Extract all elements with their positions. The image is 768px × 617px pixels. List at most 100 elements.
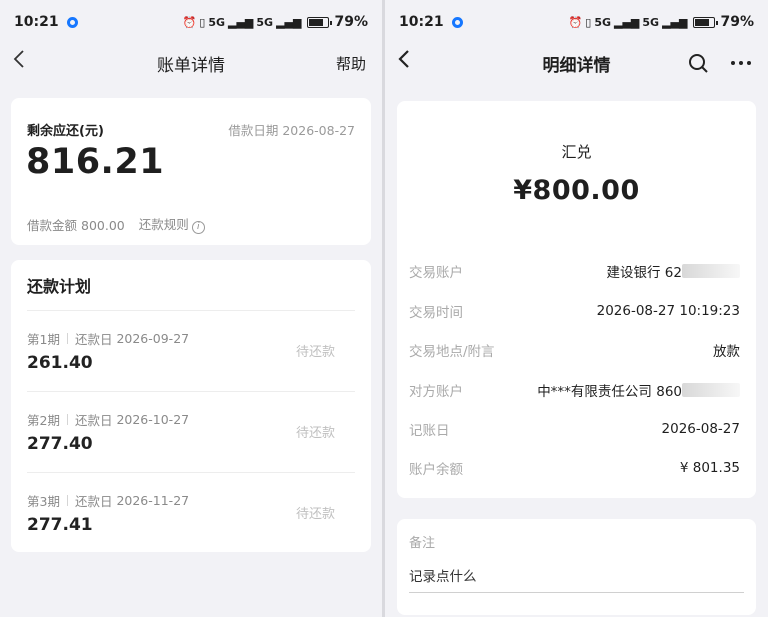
page-title: 明细详情 [542, 55, 611, 76]
detail-value: 2026-08-27 10:19:23 [596, 303, 740, 319]
transaction-type: 汇兑 [561, 143, 592, 161]
period-label: 第1期 [27, 332, 60, 347]
bill-detail-screen: 10:21 ⏰ ▯ 5G ▂▄▆ 5G ▂▄▆ 79% 账单详情 帮助 剩余应还… [0, 0, 382, 617]
remaining-summary-card: 剩余应还(元) 借款日期 2026-08-27 816.21 借款金额 800.… [11, 98, 371, 245]
due-label: 还款日 [74, 332, 113, 347]
account-text: 建设银行 62 [606, 265, 682, 281]
remaining-label: 剩余应还(元) [27, 124, 104, 139]
battery-percent: 79% [334, 14, 368, 30]
detail-row-time: 交易时间 2026-08-27 10:19:23 [409, 301, 740, 321]
status-badge: 待还款 [295, 507, 335, 522]
transaction-card: 汇兑 ¥800.00 交易账户 建设银行 62 交易时间 2026-08-27 … [397, 101, 756, 498]
installment-amount: 277.40 [27, 434, 93, 454]
back-button[interactable] [397, 48, 411, 76]
app-notification-icon [451, 16, 463, 28]
detail-label: 交易账户 [409, 265, 463, 281]
status-icons: ⏰ ▯ 5G ▂▄▆ 5G ▂▄▆ 79% [569, 14, 754, 30]
masked-digits [682, 264, 740, 278]
loan-meta: 借款金额 800.00 还款规则 i [27, 214, 205, 234]
network-label-2: 5G [256, 15, 274, 29]
status-time: 10:21 [14, 14, 59, 30]
loan-date-value: 2026-08-27 [282, 123, 355, 138]
note-label: 备注 [409, 536, 436, 551]
status-icons: ⏰ ▯ 5G ▂▄▆ 5G ▂▄▆ 79% [183, 14, 368, 30]
status-bar: 10:21 ⏰ ▯ 5G ▂▄▆ 5G ▂▄▆ 79% [385, 0, 768, 44]
battery-icon [307, 16, 333, 28]
plan-row[interactable]: 第2期 还款日 2026-10-27 277.40 待还款 [27, 391, 355, 471]
rules-label: 还款规则 [138, 217, 189, 232]
divider [66, 495, 68, 506]
status-bar: 10:21 ⏰ ▯ 5G ▂▄▆ 5G ▂▄▆ 79% [0, 0, 382, 44]
transaction-amount: ¥800.00 [513, 175, 640, 206]
due-label: 还款日 [74, 494, 113, 509]
nav-bar: 账单详情 帮助 [0, 44, 382, 82]
due-date: 2026-11-27 [116, 493, 190, 508]
detail-label: 交易时间 [409, 305, 463, 321]
signal-icon: ▂▄▆ [614, 15, 640, 29]
period-label: 第2期 [27, 413, 60, 428]
alarm-icon: ⏰ [182, 15, 197, 29]
info-icon: i [191, 221, 205, 234]
network-label: 5G [208, 15, 226, 29]
transaction-detail-screen: 10:21 ⏰ ▯ 5G ▂▄▆ 5G ▂▄▆ 79% 明细详情 汇兑 ¥800… [385, 0, 768, 617]
battery-percent: 79% [720, 14, 754, 30]
loan-amount: 借款金额 800.00 [27, 215, 125, 234]
help-link[interactable]: 帮助 [336, 53, 366, 74]
detail-value: 2026-08-27 [661, 421, 740, 437]
detail-label: 记账日 [409, 423, 450, 439]
search-icon[interactable] [688, 53, 708, 73]
detail-value: 建设银行 62 [607, 261, 740, 281]
page-title: 账单详情 [157, 55, 225, 76]
repayment-rules-link[interactable]: 还款规则 i [139, 214, 205, 234]
signal-icon-2: ▂▄▆ [662, 15, 688, 29]
note-input[interactable] [409, 561, 744, 593]
period-label: 第3期 [27, 494, 60, 509]
plan-row-header: 第2期 还款日 2026-10-27 [27, 410, 189, 429]
detail-row-remark: 交易地点/附言 放款 [409, 340, 740, 360]
plan-title: 还款计划 [27, 277, 92, 296]
installment-amount: 261.40 [27, 353, 93, 373]
due-date: 2026-09-27 [116, 331, 190, 346]
installment-amount: 277.41 [27, 515, 93, 535]
loan-amount-value: 800.00 [81, 217, 125, 233]
signal-icon-2: ▂▄▆ [276, 15, 302, 29]
repayment-plan-card: 还款计划 第1期 还款日 2026-09-27 261.40 待还款 第2期 还… [11, 260, 371, 552]
plan-row[interactable]: 第1期 还款日 2026-09-27 261.40 待还款 [27, 310, 355, 390]
loan-amount-label: 借款金额 [27, 217, 78, 233]
plan-row-header: 第1期 还款日 2026-09-27 [27, 329, 189, 348]
detail-row-account: 交易账户 建设银行 62 [409, 261, 740, 281]
masked-digits [682, 383, 740, 397]
battery-icon [693, 16, 719, 28]
app-notification-icon [66, 16, 78, 28]
vibrate-icon: ▯ [199, 15, 206, 29]
alarm-icon: ⏰ [568, 15, 583, 29]
back-button[interactable] [12, 48, 26, 76]
detail-row-counterparty: 对方账户 中***有限责任公司 860 [409, 380, 740, 400]
nav-bar: 明细详情 [385, 44, 768, 82]
detail-label: 账户余额 [409, 462, 463, 478]
detail-row-posting-date: 记账日 2026-08-27 [409, 419, 740, 439]
due-label: 还款日 [74, 413, 113, 428]
note-card: 备注 [397, 519, 756, 615]
detail-value: 中***有限责任公司 860 [537, 380, 740, 400]
plan-row-header: 第3期 还款日 2026-11-27 [27, 491, 189, 510]
status-time: 10:21 [399, 14, 444, 30]
plan-row[interactable]: 第3期 还款日 2026-11-27 277.41 待还款 [27, 472, 355, 552]
detail-value: ¥ 801.35 [679, 460, 740, 476]
counterparty-text: 中***有限责任公司 860 [537, 384, 682, 400]
network-label-2: 5G [642, 15, 660, 29]
loan-date: 借款日期 2026-08-27 [228, 120, 355, 139]
vibrate-icon: ▯ [585, 15, 592, 29]
detail-label: 对方账户 [409, 384, 463, 400]
due-date: 2026-10-27 [116, 412, 190, 427]
divider [66, 414, 68, 425]
remaining-amount: 816.21 [26, 142, 165, 182]
loan-date-label: 借款日期 [228, 123, 279, 138]
divider [66, 333, 68, 344]
status-badge: 待还款 [295, 345, 335, 360]
signal-icon: ▂▄▆ [228, 15, 254, 29]
more-options-icon[interactable] [730, 53, 752, 73]
status-badge: 待还款 [295, 426, 335, 441]
network-label: 5G [594, 15, 612, 29]
detail-label: 交易地点/附言 [409, 344, 495, 360]
